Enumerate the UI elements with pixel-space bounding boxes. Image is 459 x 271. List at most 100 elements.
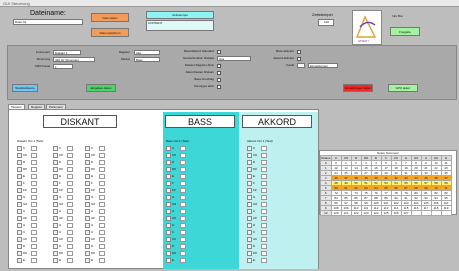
diskant-key-button[interactable] [53, 167, 58, 172]
diskant-key-button[interactable] [53, 230, 58, 235]
diskant-key-field[interactable] [67, 237, 73, 242]
chord-key-field[interactable] [261, 146, 267, 151]
bass-key-button[interactable] [166, 202, 171, 207]
load-gpu-button[interactable]: GPU laden [388, 84, 418, 92]
diskant-key-button[interactable] [17, 195, 22, 200]
chord-key-field[interactable] [261, 244, 267, 249]
diskant-key-button[interactable] [85, 230, 90, 235]
bass-key-field[interactable] [180, 258, 186, 263]
diskant-key-button[interactable] [17, 181, 22, 186]
diskant-key-field[interactable] [99, 223, 105, 228]
diskant-key-field[interactable] [67, 174, 73, 179]
diskant-key-field[interactable] [67, 181, 73, 186]
bass-key-button[interactable] [166, 174, 171, 179]
bass-key-field[interactable] [180, 216, 186, 221]
midi-channel-field[interactable]: 1 [53, 64, 73, 69]
diskant-key-button[interactable] [53, 146, 58, 151]
bass-key-field[interactable] [180, 230, 186, 235]
diskant-key-button[interactable] [17, 223, 22, 228]
diskant-key-button[interactable] [53, 202, 58, 207]
chord-key-field[interactable] [261, 188, 267, 193]
diskant-key-field[interactable] [99, 181, 105, 186]
diskant-key-field[interactable] [67, 244, 73, 249]
diskant-key-button[interactable] [53, 237, 58, 242]
load-inputs-button[interactable]: Eingaben laden [86, 84, 116, 92]
diskant-key-button[interactable] [17, 167, 22, 172]
diskant-key-button[interactable] [85, 153, 90, 158]
bass-key-field[interactable] [180, 223, 186, 228]
diskant-key-field[interactable] [99, 251, 105, 256]
diskant-key-button[interactable] [53, 258, 58, 263]
diskant-key-field[interactable] [31, 258, 37, 263]
bass-key-field[interactable] [180, 153, 186, 158]
diskant-key-field[interactable] [31, 188, 37, 193]
bass-key-button[interactable] [166, 244, 171, 249]
diskant-key-field[interactable] [31, 146, 37, 151]
diskant-key-button[interactable] [85, 244, 90, 249]
diskant-key-field[interactable] [67, 146, 73, 151]
bass-key-button[interactable] [166, 237, 171, 242]
check-6[interactable] [217, 85, 221, 89]
diskant-key-button[interactable] [53, 209, 58, 214]
chord-key-field[interactable] [261, 153, 267, 158]
chord-key-button[interactable] [247, 251, 252, 256]
chord-key-field[interactable] [261, 251, 267, 256]
diskant-key-field[interactable] [31, 174, 37, 179]
diskant-key-button[interactable] [53, 223, 58, 228]
bass-key-field[interactable] [180, 202, 186, 207]
diskant-key-field[interactable] [99, 209, 105, 214]
bass-key-field[interactable] [180, 251, 186, 256]
value-box[interactable]: 100 [318, 19, 334, 26]
diskant-key-button[interactable] [85, 188, 90, 193]
diskant-key-field[interactable] [99, 146, 105, 151]
diskant-key-field[interactable] [99, 160, 105, 165]
diskant-key-button[interactable] [53, 153, 58, 158]
diskant-key-field[interactable] [67, 216, 73, 221]
chord-key-button[interactable] [247, 174, 252, 179]
diskant-key-field[interactable] [31, 209, 37, 214]
diskant-key-field[interactable] [99, 258, 105, 263]
diskant-key-button[interactable] [85, 160, 90, 165]
bass-key-field[interactable] [180, 188, 186, 193]
check-1[interactable] [217, 50, 221, 54]
instrument-field[interactable]: Diskant 1 [53, 50, 81, 55]
chord-key-button[interactable] [247, 258, 252, 263]
load-settings-button[interactable]: Einstellungen laden [343, 84, 373, 92]
diskant-key-button[interactable] [85, 195, 90, 200]
diskant-key-button[interactable] [53, 195, 58, 200]
release-button[interactable]: Freigabe [390, 27, 420, 36]
diskant-key-field[interactable] [31, 160, 37, 165]
diskant-key-field[interactable] [99, 202, 105, 207]
chord-key-field[interactable] [261, 167, 267, 172]
diskant-key-field[interactable] [67, 209, 73, 214]
bass-key-button[interactable] [166, 167, 171, 172]
diskant-key-button[interactable] [85, 216, 90, 221]
diskant-key-button[interactable] [85, 237, 90, 242]
sonder-select[interactable]: Aus [217, 56, 251, 61]
diskant-key-field[interactable] [31, 181, 37, 186]
chord-key-button[interactable] [247, 181, 252, 186]
chord-key-field[interactable] [261, 209, 267, 214]
diskant-key-field[interactable] [31, 237, 37, 242]
diskant-key-button[interactable] [85, 209, 90, 214]
bass-key-field[interactable] [180, 174, 186, 179]
diskant-key-field[interactable] [67, 167, 73, 172]
diskant-key-button[interactable] [85, 146, 90, 151]
bass-key-button[interactable] [166, 251, 171, 256]
diskant-key-field[interactable] [99, 244, 105, 249]
diskant-key-field[interactable] [67, 258, 73, 263]
diskant-key-button[interactable] [53, 181, 58, 186]
chord-key-field[interactable] [261, 195, 267, 200]
diskant-key-button[interactable] [85, 223, 90, 228]
diskant-key-field[interactable] [99, 174, 105, 179]
diskant-key-button[interactable] [17, 202, 22, 207]
chord-key-button[interactable] [247, 160, 252, 165]
diskant-key-button[interactable] [17, 244, 22, 249]
diskant-key-field[interactable] [31, 216, 37, 221]
chord-key-field[interactable] [261, 160, 267, 165]
bass-key-field[interactable] [180, 181, 186, 186]
check-4[interactable] [217, 71, 221, 75]
bass-key-field[interactable] [180, 195, 186, 200]
chord-key-button[interactable] [247, 188, 252, 193]
diskant-key-field[interactable] [99, 167, 105, 172]
